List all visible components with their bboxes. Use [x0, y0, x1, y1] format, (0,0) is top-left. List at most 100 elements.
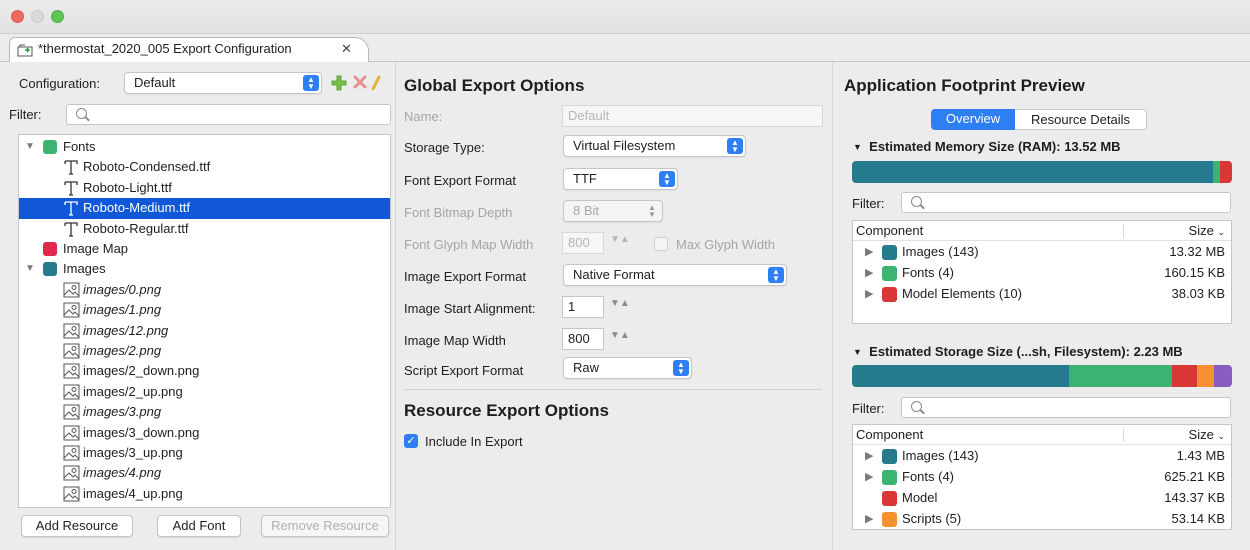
- storage-type-select[interactable]: Virtual Filesystem ▲ ▼: [563, 135, 746, 157]
- configuration-select[interactable]: Default ▲ ▼: [124, 72, 322, 94]
- tab-overview[interactable]: Overview: [931, 109, 1015, 130]
- image-start-alignment-value: 1: [568, 299, 576, 314]
- chevron-updown-icon: ▲ ▼: [673, 360, 689, 376]
- sort-chevron-icon: ⌄: [1217, 227, 1225, 237]
- component-name: Fonts (4): [902, 469, 955, 484]
- image-alignment-stepper[interactable]: ▼▲: [610, 298, 640, 318]
- image-start-alignment-input[interactable]: 1: [562, 296, 604, 318]
- tree-item-label: images/2_down.png: [83, 363, 200, 379]
- footprint-row[interactable]: ▶ Images (143) 1.43 MB: [853, 446, 1231, 467]
- tree-item[interactable]: Roboto-Regular.ttf: [19, 219, 390, 239]
- add-font-button[interactable]: Add Font: [157, 515, 241, 537]
- footprint-preview-panel: Application Footprint Preview Overview R…: [832, 62, 1250, 550]
- disclosure-right-icon[interactable]: ▶: [865, 446, 873, 466]
- add-resource-button[interactable]: Add Resource: [21, 515, 133, 537]
- image-export-format-select[interactable]: Native Format ▲ ▼: [563, 264, 787, 286]
- editor-tab[interactable]: *thermostat_2020_005 Export Configuratio…: [9, 37, 369, 63]
- tree-item[interactable]: images/3_down.png: [19, 423, 390, 443]
- tree-item[interactable]: images/0.png: [19, 280, 390, 300]
- max-glyph-width-checkbox[interactable]: [654, 237, 668, 251]
- tree-item[interactable]: images/2_up.png: [19, 382, 390, 402]
- configuration-value: Default: [134, 75, 176, 90]
- disclosure-down-icon[interactable]: ▼: [25, 259, 35, 279]
- tree-item-label: Roboto-Regular.ttf: [83, 220, 189, 236]
- chevron-updown-icon: ▲ ▼: [659, 171, 675, 187]
- footprint-row[interactable]: ▶ Images (143) 13.32 MB: [853, 242, 1231, 263]
- tree-item-label: Roboto-Medium.ttf: [83, 200, 190, 216]
- chevron-updown-icon: ▲ ▼: [727, 138, 743, 154]
- rename-config-icon[interactable]: [371, 74, 381, 90]
- storage-type-value: Virtual Filesystem: [573, 138, 676, 153]
- resource-filter-input[interactable]: [66, 104, 391, 125]
- window-minimize-button[interactable]: [31, 10, 44, 23]
- tree-item[interactable]: images/2_down.png: [19, 361, 390, 381]
- tree-item[interactable]: images/1.png: [19, 300, 390, 320]
- tree-item[interactable]: images/3_up.png: [19, 443, 390, 463]
- column-size[interactable]: Size ⌄: [1189, 427, 1225, 442]
- footprint-row[interactable]: ▶ Model Elements (10) 38.03 KB: [853, 284, 1231, 305]
- tree-item[interactable]: images/4_up.png: [19, 484, 390, 504]
- remove-resource-button[interactable]: Remove Resource: [261, 515, 389, 537]
- window-close-button[interactable]: [11, 10, 24, 23]
- footprint-row[interactable]: Model 143.37 KB: [853, 488, 1231, 509]
- font-icon: [63, 221, 79, 237]
- tree-item[interactable]: Roboto-Medium.ttf: [19, 198, 390, 219]
- disclosure-right-icon[interactable]: ▶: [865, 242, 873, 262]
- tree-item-label: images/0.png: [83, 281, 162, 297]
- glyph-width-stepper[interactable]: ▼▲: [610, 234, 640, 254]
- include-in-export-label: Include In Export: [425, 434, 523, 449]
- component-size: 160.15 KB: [1164, 265, 1225, 280]
- storage-table: Component Size ⌄ ▶ Images (143) 1.43 MB ▶ Fo…: [852, 424, 1232, 530]
- component-color-swatch: [882, 449, 897, 464]
- disclosure-right-icon[interactable]: ▶: [865, 284, 873, 304]
- tree-item[interactable]: ▼ Images: [19, 259, 390, 279]
- footprint-row[interactable]: ▶ Fonts (4) 160.15 KB: [853, 263, 1231, 284]
- memory-filter-input[interactable]: [901, 192, 1231, 213]
- column-component[interactable]: Component: [856, 427, 923, 442]
- tree-item[interactable]: images/2.png: [19, 341, 390, 361]
- storage-section-header[interactable]: ▼ Estimated Storage Size (...sh, Filesys…: [853, 344, 1183, 359]
- tree-item[interactable]: Image Map: [19, 239, 390, 259]
- footprint-row[interactable]: ▶ Fonts (4) 625.21 KB: [853, 467, 1231, 488]
- tree-item[interactable]: images/4.png: [19, 463, 390, 483]
- close-icon[interactable]: ✕: [341, 41, 352, 57]
- disclosure-right-icon[interactable]: ▶: [865, 467, 873, 487]
- disclosure-right-icon[interactable]: ▶: [865, 263, 873, 283]
- memory-section-header[interactable]: ▼ Estimated Memory Size (RAM): 13.52 MB: [853, 139, 1121, 154]
- delete-config-icon[interactable]: [353, 75, 367, 89]
- component-name: Model Elements (10): [902, 286, 1022, 301]
- storage-filter-input[interactable]: [901, 397, 1231, 418]
- image-icon: [63, 445, 80, 461]
- global-options-heading: Global Export Options: [404, 76, 585, 95]
- tree-item-label: images/2_up.png: [83, 383, 183, 399]
- tree-item[interactable]: Roboto-Condensed.ttf: [19, 157, 390, 177]
- font-bitmap-depth-select[interactable]: 8 Bit ▲ ▼: [563, 200, 663, 222]
- tree-item[interactable]: Roboto-Light.ttf: [19, 178, 390, 198]
- image-icon: [63, 384, 80, 400]
- window-zoom-button[interactable]: [51, 10, 64, 23]
- include-in-export-checkbox[interactable]: ✓: [404, 434, 418, 448]
- storage-bar-segment: [1213, 365, 1232, 387]
- disclosure-down-icon[interactable]: ▼: [25, 137, 35, 157]
- disclosure-right-icon[interactable]: ▶: [865, 509, 873, 529]
- tree-item[interactable]: images/3.png: [19, 402, 390, 422]
- name-input[interactable]: Default: [562, 105, 823, 127]
- tab-resource-details[interactable]: Resource Details: [1015, 109, 1147, 130]
- tree-item[interactable]: ▼ Fonts: [19, 137, 390, 157]
- column-size-label: Size: [1188, 223, 1214, 238]
- footprint-row[interactable]: ▶ Scripts (5) 53.14 KB: [853, 509, 1231, 530]
- font-export-format-select[interactable]: TTF ▲ ▼: [563, 168, 678, 190]
- add-config-icon[interactable]: [331, 75, 347, 91]
- column-component[interactable]: Component: [856, 223, 923, 238]
- resource-tree[interactable]: ▼ Fonts Roboto-Condensed.ttf Roboto-Light.t…: [18, 134, 391, 508]
- component-name: Fonts (4): [902, 265, 955, 280]
- image-map-width-stepper[interactable]: ▼▲: [610, 330, 640, 350]
- column-size[interactable]: Size ⌄: [1189, 223, 1225, 238]
- image-map-width-input[interactable]: 800: [562, 328, 604, 350]
- font-glyph-map-width-input[interactable]: 800: [562, 232, 604, 254]
- component-color-swatch: [882, 266, 897, 281]
- disclosure-down-icon: ▼: [853, 142, 862, 152]
- tree-item[interactable]: images/12.png: [19, 321, 390, 341]
- storage-bar-segment: [1068, 365, 1173, 387]
- script-export-format-select[interactable]: Raw ▲ ▼: [563, 357, 692, 379]
